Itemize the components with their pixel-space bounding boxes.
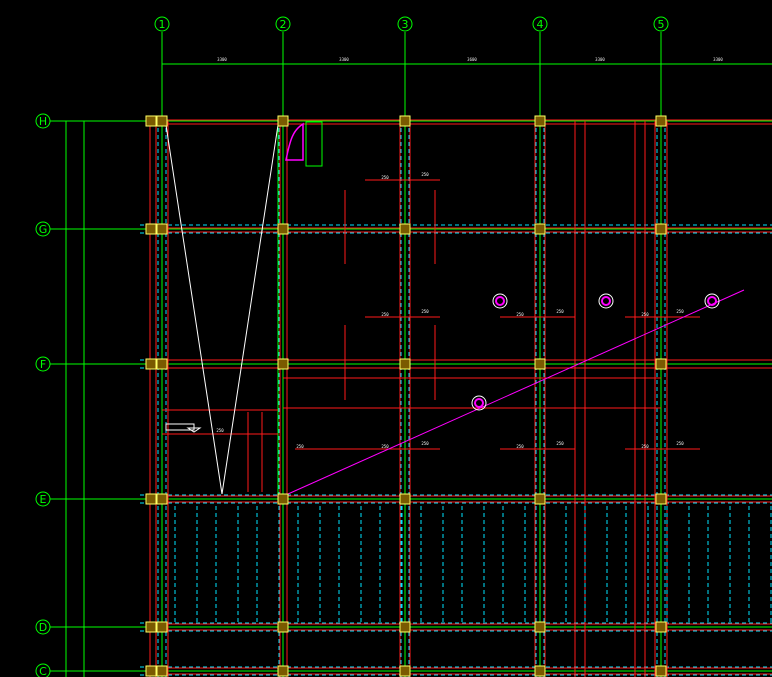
dim-label-top: 3600 [467,57,477,62]
column [277,358,289,370]
beam-annotation: 250 [556,309,564,314]
axis-bubble-row[interactable]: G [35,221,51,237]
beam-annotation: 250 [556,441,564,446]
beam-annotation: 250 [516,444,524,449]
column [156,223,168,235]
pipe-marker [601,296,611,306]
column [145,665,157,677]
axis-bubble-label: E [40,493,47,506]
beam-annotation: 250 [296,444,304,449]
beam-annotation: 250 [421,309,429,314]
axis-bubble-label: G [39,223,48,236]
axis-bubble-label: C [39,665,47,677]
column-markers [145,115,667,677]
column [399,223,411,235]
column [534,358,546,370]
column [156,358,168,370]
column [145,115,157,127]
beam-annotation: 250 [216,428,224,433]
column [655,115,667,127]
column [534,223,546,235]
beam-annotation: 250 [641,444,649,449]
axis-bubble-label: 3 [402,18,409,31]
axis-bubble-row[interactable]: E [35,491,51,507]
axis-bubbles: 1 2 3 4 5 H G F E D C [35,16,669,677]
column [534,621,546,633]
column [399,358,411,370]
stair-line [165,124,223,495]
beam-annotation: 250 [381,175,389,180]
dim-label-top: 3300 [217,57,227,62]
column [156,493,168,505]
dim-label-top: 3300 [713,57,723,62]
column [655,665,667,677]
beam-annotation: 250 [516,312,524,317]
column [655,621,667,633]
axis-bubble-row[interactable]: C [35,663,51,677]
axis-bubble-column[interactable]: 4 [532,16,548,32]
axis-bubble-label: 1 [159,18,166,31]
dashed-beam-lines [140,121,772,677]
column [277,665,289,677]
axis-bubble-row[interactable]: H [35,113,51,129]
beam-annotation: 250 [676,309,684,314]
column [156,621,168,633]
axis-bubble-row[interactable]: D [35,619,51,635]
column [399,493,411,505]
pipe-marker [474,398,484,408]
axis-bubble-label: 5 [658,18,665,31]
main-beam-lines [149,119,772,677]
column [145,223,157,235]
axis-bubble-column[interactable]: 2 [275,16,291,32]
column [534,665,546,677]
axis-bubble-label: D [39,621,47,634]
dim-label-top: 3300 [339,57,349,62]
beam-annotation: 250 [381,312,389,317]
column [655,493,667,505]
beam-annotation: 250 [421,172,429,177]
column [277,493,289,505]
axis-bubble-label: H [39,115,47,128]
column [534,493,546,505]
elbow-detail [285,122,304,161]
cad-drawing-canvas[interactable]: 3300 3300 3600 3300 3300 250 250 250 250 250 250 2… [0,0,772,677]
axis-bubble-row[interactable]: F [35,356,51,372]
column [277,621,289,633]
column [277,115,289,127]
diagonal-section-line [287,289,745,495]
axis-bubble-label: 2 [280,18,287,31]
stair-line [221,124,279,495]
column [399,665,411,677]
column [399,115,411,127]
dim-label-top: 3300 [595,57,605,62]
beam-annotation: 250 [676,441,684,446]
column [399,621,411,633]
axis-bubble-column[interactable]: 5 [653,16,669,32]
axis-bubble-column[interactable]: 3 [397,16,413,32]
column [156,665,168,677]
beam-annotation: 250 [641,312,649,317]
detail-box [305,121,323,167]
column [145,358,157,370]
beam-annotation: 250 [421,441,429,446]
column [655,223,667,235]
column [145,493,157,505]
column [145,621,157,633]
joist-lines [174,506,772,622]
pipe-marker [495,296,505,306]
axis-bubble-column[interactable]: 1 [154,16,170,32]
axis-bubble-label: F [40,358,46,371]
column [156,115,168,127]
column [534,115,546,127]
column [655,358,667,370]
column [277,223,289,235]
beam-annotation: 250 [381,444,389,449]
axis-bubble-label: 4 [537,18,544,31]
